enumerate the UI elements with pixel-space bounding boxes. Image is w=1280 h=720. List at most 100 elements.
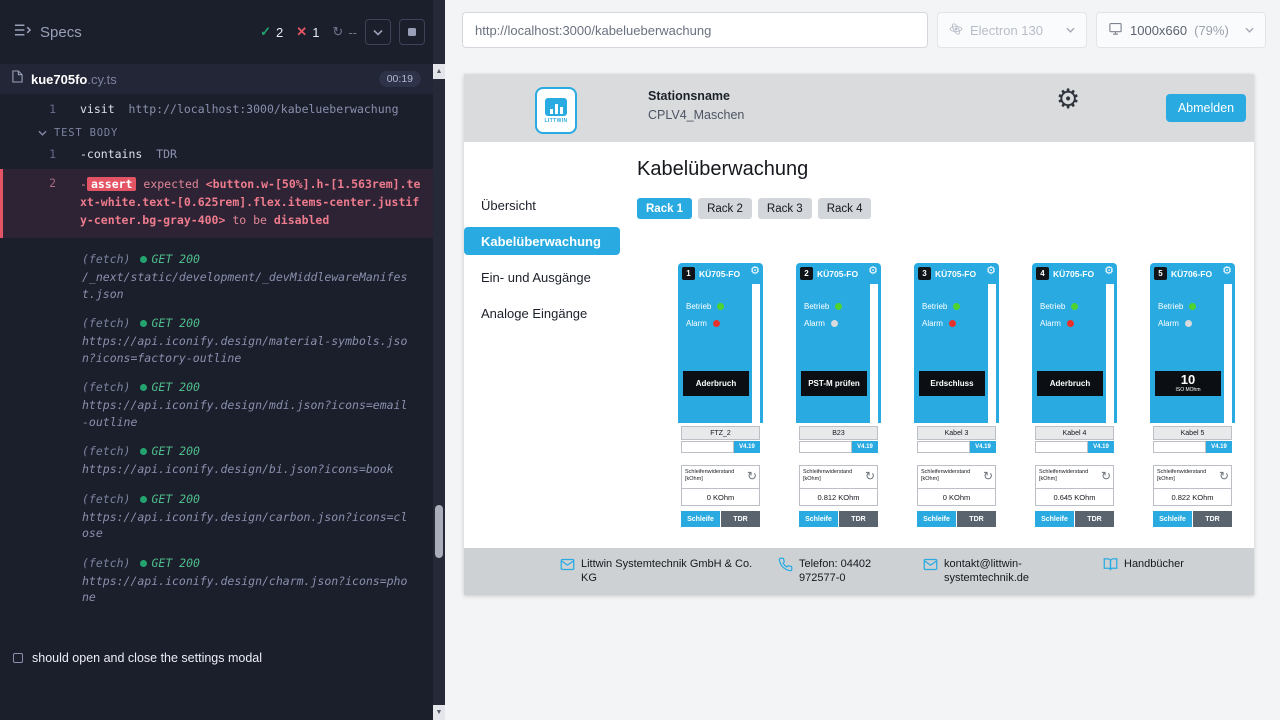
cable-input[interactable] bbox=[1153, 441, 1206, 453]
schleife-button[interactable]: Schleife bbox=[1035, 511, 1074, 527]
scroll-up-button[interactable]: ▲ bbox=[433, 64, 445, 79]
pending-icon: ↻ bbox=[332, 24, 343, 40]
tdr-button[interactable]: TDR bbox=[1075, 511, 1114, 527]
device-card: 2 KÜ705-FO ⚙ Betrieb Alarm PST-M prüfen … bbox=[796, 263, 881, 548]
settings-gear-icon[interactable]: ⚙ bbox=[1056, 86, 1080, 113]
fetch-log-entry[interactable]: (fetch)GET 200 https://api.iconify.desig… bbox=[82, 315, 433, 366]
tab-rack-2[interactable]: Rack 2 bbox=[698, 198, 752, 219]
url-input[interactable]: http://localhost:3000/kabelueberwachung bbox=[462, 12, 928, 48]
suite-header[interactable]: TEST BODY bbox=[0, 119, 433, 144]
sidebar-item-kabelueberwachung[interactable]: Kabelüberwachung bbox=[464, 227, 620, 255]
spec-file-icon bbox=[12, 70, 23, 88]
card-scroll-strip bbox=[752, 284, 760, 423]
tab-rack-1[interactable]: Rack 1 bbox=[637, 198, 692, 219]
aut-viewport: LITTWIN Stationsname CPLV4_Maschen ⚙ Abm… bbox=[445, 60, 1280, 720]
sidebar-item-uebersicht[interactable]: Übersicht bbox=[464, 191, 620, 219]
refresh-icon[interactable]: ↻ bbox=[983, 470, 993, 482]
tdr-button[interactable]: TDR bbox=[957, 511, 996, 527]
stop-button[interactable] bbox=[399, 19, 425, 45]
scrollbar-thumb[interactable] bbox=[435, 505, 443, 558]
tab-rack-3[interactable]: Rack 3 bbox=[758, 198, 812, 219]
tdr-button[interactable]: TDR bbox=[1193, 511, 1232, 527]
version-badge: V4.19 bbox=[1206, 441, 1232, 453]
schleife-button[interactable]: Schleife bbox=[917, 511, 956, 527]
schleife-button[interactable]: Schleife bbox=[799, 511, 838, 527]
next-test-item[interactable]: should open and close the settings modal bbox=[0, 644, 433, 672]
alarm-led bbox=[1067, 320, 1074, 327]
cable-input[interactable] bbox=[799, 441, 852, 453]
device-card: 3 KÜ705-FO ⚙ Betrieb Alarm Erdschluss Ka… bbox=[914, 263, 999, 548]
card-gear-icon[interactable]: ⚙ bbox=[986, 264, 996, 279]
collapse-button[interactable] bbox=[365, 19, 391, 45]
chevron-down-icon bbox=[1066, 27, 1075, 33]
cable-input[interactable] bbox=[681, 441, 734, 453]
refresh-icon[interactable]: ↻ bbox=[1219, 470, 1229, 482]
betrieb-led bbox=[953, 303, 960, 310]
tdr-button[interactable]: TDR bbox=[721, 511, 760, 527]
status-display: 10ISO MOhm bbox=[1155, 371, 1221, 396]
resistance-value: 0 KOhm bbox=[917, 489, 996, 506]
card-gear-icon[interactable]: ⚙ bbox=[1104, 264, 1114, 279]
fetch-log-entry[interactable]: (fetch)GET 200 https://api.iconify.desig… bbox=[82, 379, 433, 430]
card-gear-icon[interactable]: ⚙ bbox=[750, 264, 760, 279]
device-card: 1 KÜ705-FO ⚙ Betrieb Alarm Aderbruch FTZ… bbox=[678, 263, 763, 548]
alarm-led bbox=[831, 320, 838, 327]
card-scroll-strip bbox=[870, 284, 878, 423]
alarm-led bbox=[1185, 320, 1192, 327]
spec-extension: .cy.ts bbox=[87, 72, 116, 87]
scroll-down-button[interactable]: ▼ bbox=[433, 705, 445, 720]
cable-input[interactable] bbox=[1035, 441, 1088, 453]
cable-label: Kabel 3 bbox=[917, 426, 996, 440]
fetch-log-entry[interactable]: (fetch)GET 200 https://api.iconify.desig… bbox=[82, 491, 433, 542]
app-header: LITTWIN Stationsname CPLV4_Maschen ⚙ Abm… bbox=[464, 74, 1254, 142]
card-gear-icon[interactable]: ⚙ bbox=[868, 264, 878, 279]
email-icon bbox=[560, 557, 575, 572]
assert-state: disabled bbox=[274, 213, 329, 227]
failed-assert-command[interactable]: 2 -assert expected <button.w-[50%].h-[1.… bbox=[0, 169, 433, 238]
fetch-log-entry[interactable]: (fetch)GET 200 https://api.iconify.desig… bbox=[82, 443, 433, 477]
schleife-button[interactable]: Schleife bbox=[1153, 511, 1192, 527]
resistance-value: 0.645 KOhm bbox=[1035, 489, 1114, 506]
alarm-label: Alarm bbox=[1040, 319, 1061, 328]
alarm-label: Alarm bbox=[922, 319, 943, 328]
chevron-down-icon bbox=[373, 29, 383, 36]
fetch-log-entry[interactable]: (fetch)GET 200 https://api.iconify.desig… bbox=[82, 555, 433, 606]
card-title: KÜ705-FO bbox=[1053, 269, 1094, 279]
fetch-log-entry[interactable]: (fetch)GET 200 /_next/static/development… bbox=[82, 251, 433, 302]
footer-email[interactable]: kontakt@littwin-systemtechnik.de bbox=[923, 557, 1061, 586]
card-number: 2 bbox=[800, 267, 813, 280]
sidebar-item-analoge-eingaenge[interactable]: Analoge Eingänge bbox=[464, 299, 620, 327]
book-icon bbox=[1103, 557, 1118, 572]
footer-phone[interactable]: Telefon: 04402 972577-0 bbox=[778, 557, 906, 586]
visit-command[interactable]: 1 visit http://localhost:3000/kabelueber… bbox=[0, 99, 433, 119]
schleife-button[interactable]: Schleife bbox=[681, 511, 720, 527]
footer-manuals[interactable]: Handbücher bbox=[1103, 557, 1184, 572]
browser-select[interactable]: Electron 130 bbox=[937, 12, 1087, 48]
logout-button[interactable]: Abmelden bbox=[1166, 94, 1246, 122]
runner-toolbar: http://localhost:3000/kabelueberwachung … bbox=[445, 0, 1280, 60]
resistance-label: Schleifenwiderstand [kOhm] bbox=[685, 469, 729, 483]
refresh-icon[interactable]: ↻ bbox=[747, 470, 757, 482]
spec-header[interactable]: kue705fo.cy.ts 00:19 bbox=[0, 64, 433, 94]
card-gear-icon[interactable]: ⚙ bbox=[1222, 264, 1232, 279]
stop-icon bbox=[408, 28, 416, 36]
viewport-select[interactable]: 1000x660 (79%) bbox=[1096, 12, 1266, 48]
contains-command[interactable]: 1 -contains TDR bbox=[0, 144, 433, 164]
electron-icon bbox=[949, 22, 963, 39]
refresh-icon[interactable]: ↻ bbox=[1101, 470, 1111, 482]
betrieb-label: Betrieb bbox=[922, 302, 947, 311]
tdr-button[interactable]: TDR bbox=[839, 511, 878, 527]
status-dot bbox=[140, 256, 147, 263]
refresh-icon[interactable]: ↻ bbox=[865, 470, 875, 482]
cable-label: Kabel 4 bbox=[1035, 426, 1114, 440]
cable-input[interactable] bbox=[917, 441, 970, 453]
littwin-logo: LITTWIN bbox=[535, 87, 577, 134]
alarm-label: Alarm bbox=[686, 319, 707, 328]
specs-nav[interactable]: Specs bbox=[14, 23, 82, 41]
stat-pending: ↻-- bbox=[332, 24, 357, 40]
resistance-label: Schleifenwiderstand [kOhm] bbox=[1157, 469, 1201, 483]
resistance-value: 0.822 KOhm bbox=[1153, 489, 1232, 506]
tab-rack-4[interactable]: Rack 4 bbox=[818, 198, 872, 219]
sidebar-item-ein-und-ausgaenge[interactable]: Ein- und Ausgänge bbox=[464, 263, 620, 291]
runner-scrollbar[interactable]: ▲ ▼ bbox=[433, 0, 445, 720]
